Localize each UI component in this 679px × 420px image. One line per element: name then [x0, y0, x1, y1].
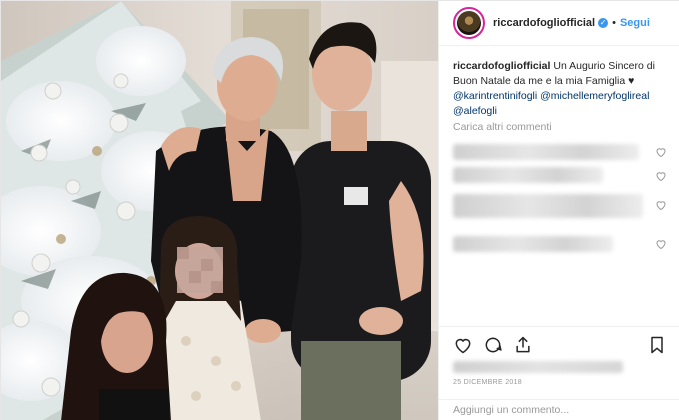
avatar[interactable] [453, 7, 485, 39]
blurred-comment-text [453, 194, 643, 218]
heart-icon[interactable] [655, 170, 667, 182]
blurred-likes-count [453, 361, 623, 373]
avatar-image [457, 11, 481, 35]
bookmark-icon[interactable] [647, 335, 667, 355]
header-separator: • [612, 17, 616, 29]
comment-icon[interactable] [483, 335, 503, 355]
share-icon[interactable] [513, 335, 533, 355]
add-comment-area [439, 399, 679, 420]
load-more-comments-link[interactable]: Carica altri commenti [453, 121, 552, 133]
caption-mention[interactable]: @michellemeryfoglireal [540, 90, 649, 102]
blurred-comment-text [453, 167, 603, 183]
header-username[interactable]: riccardofogliofficial [493, 17, 595, 29]
post-actions [439, 326, 679, 360]
comment-row [453, 233, 667, 255]
caption-mention[interactable]: @alefogli [453, 105, 497, 117]
caption-username[interactable]: riccardofogliofficial [453, 60, 550, 72]
comment-row [453, 165, 667, 187]
instagram-post: riccardofogliofficial ✓ • Segui riccardo… [0, 0, 679, 420]
post-date: 25 DICEMBRE 2018 [453, 379, 522, 386]
follow-button[interactable]: Segui [620, 17, 650, 29]
post-header: riccardofogliofficial ✓ • Segui [439, 1, 679, 46]
blurred-comment-text [453, 144, 639, 160]
comment-row [453, 141, 667, 163]
blurred-comment-text [453, 236, 613, 252]
post-side-panel: riccardofogliofficial ✓ • Segui riccardo… [438, 1, 679, 420]
heart-icon[interactable] [655, 238, 667, 250]
post-caption: riccardofogliofficial Un Augurio Sincero… [453, 59, 669, 119]
caption-mention[interactable]: @karintrentinifogli [453, 90, 537, 102]
heart-icon[interactable] [453, 335, 473, 355]
heart-icon[interactable] [655, 199, 667, 211]
heart-icon[interactable] [655, 146, 667, 158]
add-comment-input[interactable] [453, 400, 653, 420]
post-photo[interactable] [1, 1, 438, 420]
verified-badge-icon: ✓ [598, 18, 609, 28]
comment-row [453, 191, 667, 223]
family-christmas-photo [1, 1, 438, 420]
